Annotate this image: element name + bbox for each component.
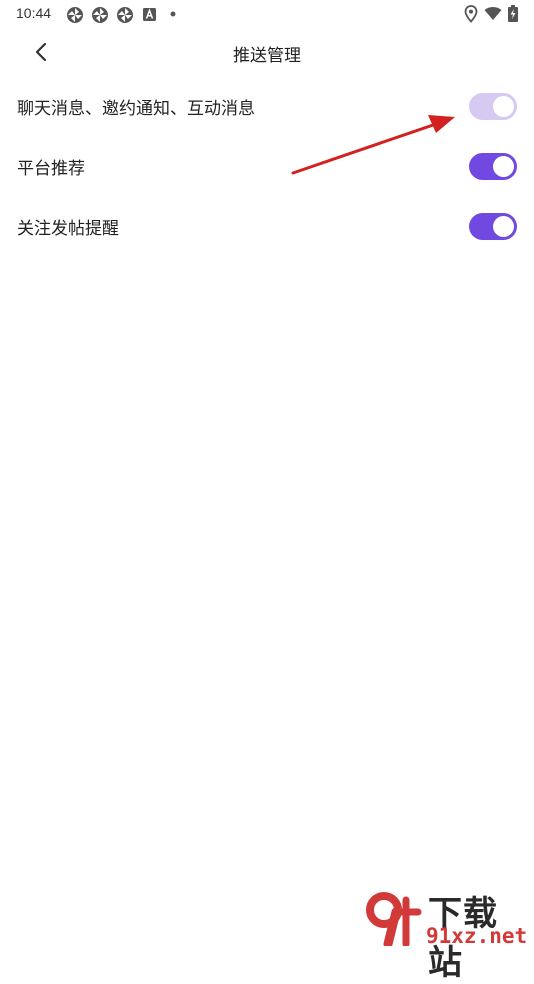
watermark-url: 91xz.net <box>426 924 528 948</box>
setting-label: 聊天消息、邀约通知、互动消息 <box>17 99 255 119</box>
dot-icon <box>170 11 176 17</box>
follow-post-reminders-toggle[interactable] <box>469 213 517 240</box>
settings-list: 聊天消息、邀约通知、互动消息 平台推荐 关注发帖提醒 <box>0 76 534 256</box>
pinwheel-icon <box>117 7 133 23</box>
location-icon <box>464 5 478 23</box>
nav-bar: 推送管理 <box>0 30 534 76</box>
platform-recommendations-toggle[interactable] <box>469 153 517 180</box>
wifi-icon <box>484 7 502 20</box>
watermark-logo-mark <box>366 892 422 946</box>
setting-row-platform-recommendations: 平台推荐 <box>0 136 534 196</box>
chat-notifications-toggle[interactable] <box>469 93 517 120</box>
pinwheel-icon <box>67 7 83 23</box>
a-box-icon <box>143 8 156 21</box>
setting-label: 平台推荐 <box>17 159 85 179</box>
watermark: 下载站 91xz.net <box>360 884 532 983</box>
setting-row-follow-post-reminders: 关注发帖提醒 <box>0 196 534 256</box>
status-bar: 10:44 <box>0 0 534 28</box>
page-title: 推送管理 <box>233 46 301 66</box>
battery-charging-icon <box>508 5 518 22</box>
setting-label: 关注发帖提醒 <box>17 219 119 239</box>
toggle-knob <box>493 96 514 117</box>
toggle-knob <box>493 216 514 237</box>
pinwheel-icon <box>92 7 108 23</box>
toggle-knob <box>493 156 514 177</box>
status-time: 10:44 <box>16 5 52 21</box>
setting-row-chat-notifications: 聊天消息、邀约通知、互动消息 <box>0 76 534 136</box>
